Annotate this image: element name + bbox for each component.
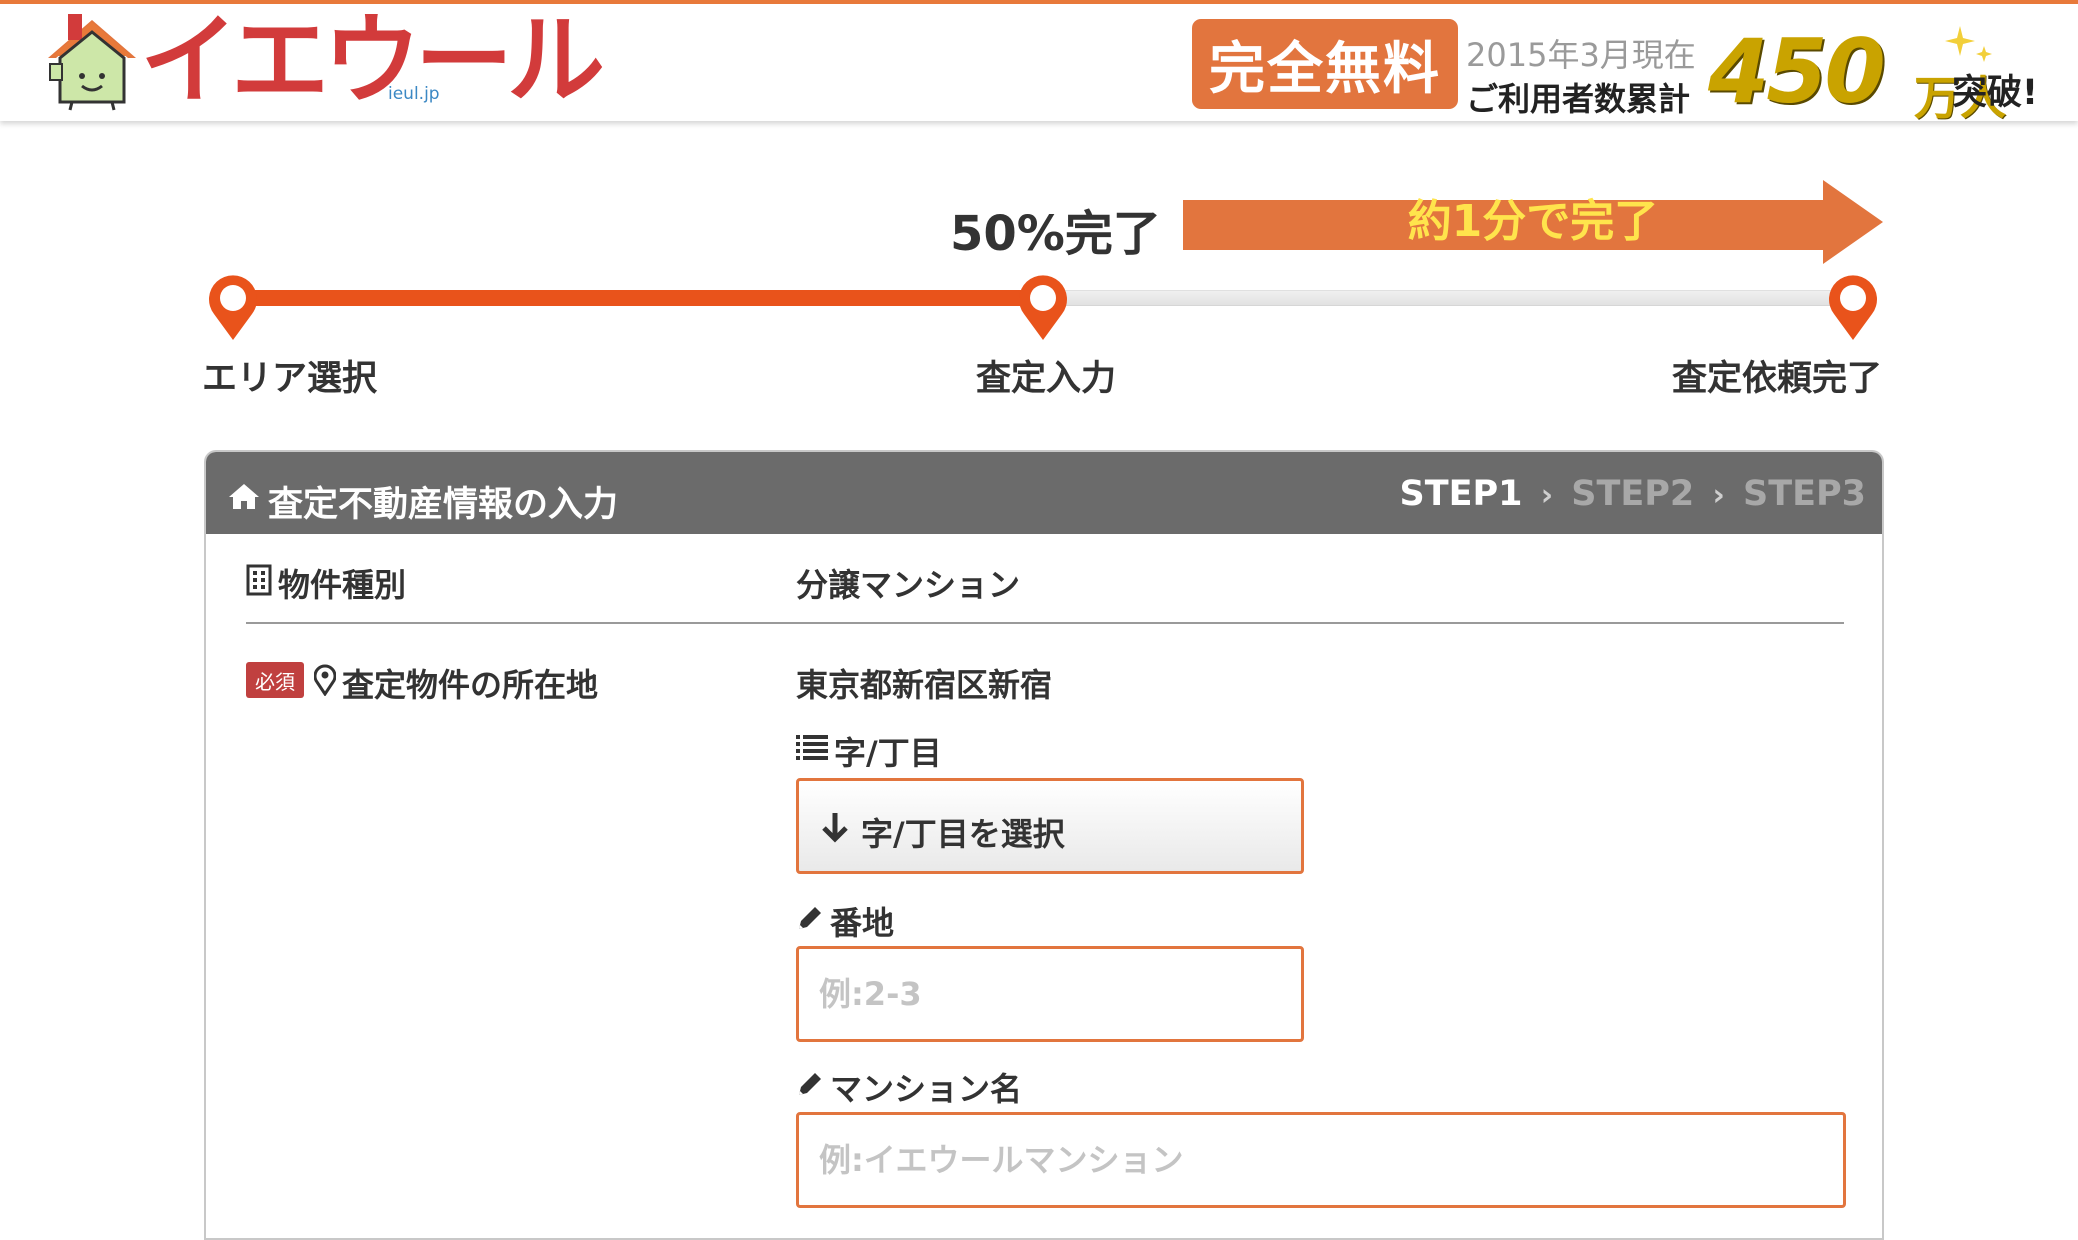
promo-tail: 突破! xyxy=(1952,73,2038,113)
list-icon xyxy=(796,735,828,760)
breadcrumb-step2: STEP2 xyxy=(1571,474,1695,514)
logo-domain: ieul.jp xyxy=(388,84,440,104)
progress-fill xyxy=(232,290,1033,306)
breadcrumb-separator: › xyxy=(1540,478,1554,513)
step-breadcrumb: STEP1 › STEP2 › STEP3 xyxy=(1400,474,1867,514)
breadcrumb-separator: › xyxy=(1712,478,1725,513)
step-label-complete: 査定依頼完了 xyxy=(1672,359,1883,399)
panel-header: 査定不動産情報の入力 STEP1 › STEP2 › STEP3 xyxy=(206,452,1882,534)
step-marker-icon xyxy=(1829,275,1877,340)
promo-number: 450 xyxy=(1708,20,1886,123)
property-type-label: 物件種別 xyxy=(278,566,407,604)
site-header: イエウール ieul.jp 完全無料 2015年3月現在 ご利用者数累計 450… xyxy=(0,0,2078,125)
progress-percent: 50%完了 xyxy=(950,206,1161,262)
assessment-form-panel: 査定不動産情報の入力 STEP1 › STEP2 › STEP3 物件種別 分譲… xyxy=(204,450,1884,1240)
step-label-area: エリア選択 xyxy=(202,359,378,399)
mansion-name-input[interactable] xyxy=(796,1112,1846,1208)
arrow-down-icon xyxy=(822,813,848,843)
pencil-icon xyxy=(799,1073,821,1095)
property-type-value: 分譲マンション xyxy=(796,566,1021,604)
chome-label: 字/丁目 xyxy=(834,734,942,772)
required-badge: 必須 xyxy=(246,662,304,698)
chome-select-button[interactable]: 字/丁目を選択 xyxy=(796,778,1304,874)
step-marker-icon xyxy=(209,275,257,340)
building-icon xyxy=(246,564,272,596)
banchi-input[interactable] xyxy=(796,946,1304,1042)
promo-date: 2015年3月現在 xyxy=(1466,36,1696,74)
breadcrumb-step3: STEP3 xyxy=(1743,474,1866,514)
step-label-input: 査定入力 xyxy=(976,359,1117,399)
banchi-label: 番地 xyxy=(830,904,895,942)
site-logo[interactable]: イエウール ieul.jp xyxy=(42,12,605,114)
arrow-banner-text: 約1分で完了 xyxy=(1407,196,1659,247)
user-count-promo: 2015年3月現在 ご利用者数累計 450 万人 突破! xyxy=(1466,20,2066,125)
mansion-name-label: マンション名 xyxy=(830,1070,1023,1108)
free-badge: 完全無料 xyxy=(1192,19,1458,109)
progress-section: 50%完了 約1分で完了 エリア選択 査定入力 査定依頼完了 xyxy=(0,170,2078,410)
sparkle-icon xyxy=(1945,26,1992,62)
row-divider xyxy=(246,622,1844,624)
house-mascot-icon xyxy=(48,14,136,111)
pencil-icon xyxy=(799,907,821,929)
logo-text: イエウール xyxy=(140,4,605,118)
map-marker-icon xyxy=(314,664,336,696)
breadcrumb-step1: STEP1 xyxy=(1399,474,1523,514)
home-icon xyxy=(229,484,259,509)
panel-title: 査定不動産情報の入力 xyxy=(268,485,619,525)
location-label: 査定物件の所在地 xyxy=(342,666,599,704)
promo-users-label: ご利用者数累計 xyxy=(1466,80,1691,118)
location-value: 東京都新宿区新宿 xyxy=(796,666,1053,704)
chome-select-label: 字/丁目を選択 xyxy=(861,815,1065,853)
step-marker-icon xyxy=(1019,275,1067,340)
